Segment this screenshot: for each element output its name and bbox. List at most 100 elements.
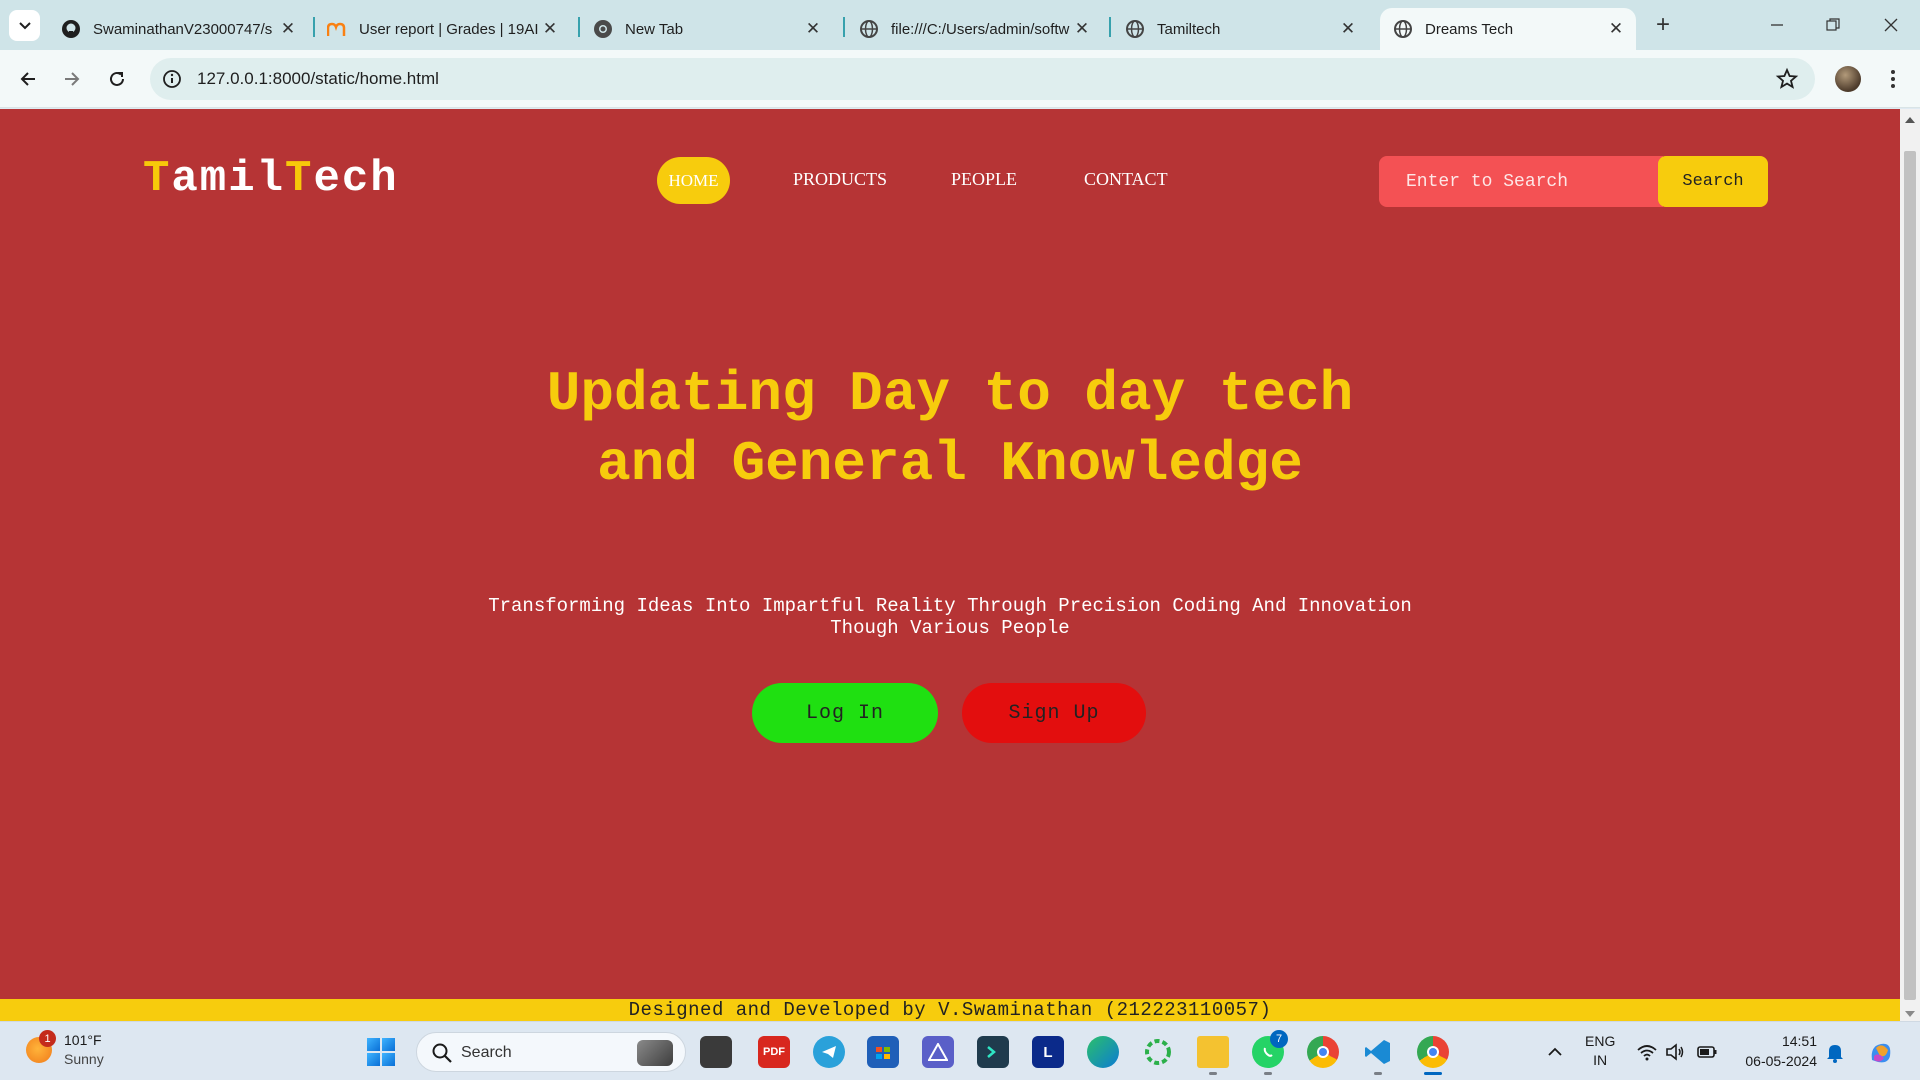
powershell-icon[interactable]	[977, 1036, 1009, 1068]
volume-icon[interactable]	[1664, 1041, 1686, 1063]
profile-avatar[interactable]	[1835, 66, 1861, 92]
tab-title: User report | Grades | 19AI	[359, 20, 539, 38]
close-tab-icon[interactable]: ✕	[278, 19, 298, 39]
address-bar[interactable]: 127.0.0.1:8000/static/home.html	[150, 58, 1815, 100]
nav-products-link[interactable]: PRODUCTS	[793, 169, 887, 190]
scrollbar-thumb[interactable]	[1904, 151, 1916, 1000]
notification-bell-icon[interactable]	[1825, 1041, 1845, 1063]
active-app-indicator	[1424, 1072, 1442, 1075]
back-button[interactable]	[12, 63, 44, 95]
chrome-profile-icon[interactable]	[1417, 1036, 1449, 1068]
logo-text: amil	[171, 154, 286, 204]
scroll-down-icon[interactable]	[1905, 1011, 1915, 1017]
tab-title: file:///C:/Users/admin/softw	[891, 20, 1070, 38]
taskbar-search-label: Search	[461, 1044, 512, 1061]
tab-separator	[843, 17, 845, 37]
nav-people-link[interactable]: PEOPLE	[951, 169, 1017, 190]
close-tab-icon[interactable]: ✕	[1072, 19, 1092, 39]
chrome-icon[interactable]	[1307, 1036, 1339, 1068]
microsoft-store-icon[interactable]	[867, 1036, 899, 1068]
tab-title: Dreams Tech	[1425, 20, 1514, 38]
loading-app-icon[interactable]	[1142, 1036, 1174, 1068]
close-tab-icon[interactable]: ✕	[803, 19, 823, 39]
login-button[interactable]: Log In	[752, 683, 938, 743]
clock-date: 06-05-2024	[1745, 1053, 1817, 1069]
bookmark-star-icon[interactable]	[1775, 67, 1799, 91]
nav-home-link[interactable]: HOME	[657, 157, 730, 204]
language-indicator[interactable]: ENG IN	[1585, 1032, 1615, 1070]
browser-tab-moodle[interactable]: User report | Grades | 19AI ✕	[314, 8, 570, 50]
tab-title: New Tab	[625, 20, 684, 38]
chevron-up-icon[interactable]	[1545, 1042, 1565, 1062]
tab-title: Tamiltech	[1157, 20, 1221, 38]
weather-temperature[interactable]: 101°F	[64, 1032, 102, 1048]
minimize-icon	[1771, 24, 1783, 26]
battery-icon[interactable]	[1696, 1041, 1718, 1063]
arrow-left-icon	[20, 72, 35, 86]
windows-taskbar: 1 101°F Sunny Search PDF L 7 ENG IN 14:5…	[0, 1021, 1920, 1080]
reload-icon	[110, 71, 124, 86]
tab-separator	[1109, 17, 1111, 37]
logo-letter: T	[285, 154, 314, 204]
vscode-icon[interactable]	[1362, 1036, 1394, 1068]
browser-tab-new-tab[interactable]: New Tab ✕	[580, 8, 833, 50]
url-text[interactable]: 127.0.0.1:8000/static/home.html	[197, 69, 439, 89]
running-app-indicator	[1374, 1072, 1382, 1075]
restore-button[interactable]	[1818, 12, 1848, 38]
web-page: TamilTech HOME PRODUCTS PEOPLE CONTACT E…	[0, 109, 1900, 1000]
reload-button[interactable]	[101, 63, 133, 95]
new-tab-button[interactable]: +	[1650, 13, 1676, 39]
arrow-right-icon	[65, 72, 80, 86]
browser-tab-file[interactable]: file:///C:/Users/admin/softw ✕	[846, 8, 1102, 50]
logo-letter: T	[143, 154, 172, 204]
search-icon	[432, 1043, 452, 1063]
site-info-icon[interactable]	[162, 69, 182, 89]
close-icon	[1884, 18, 1898, 32]
weather-condition[interactable]: Sunny	[64, 1051, 104, 1067]
chevron-down-icon	[18, 21, 31, 29]
copilot-icon[interactable]	[1866, 1038, 1896, 1068]
close-tab-icon[interactable]: ✕	[1606, 19, 1626, 39]
globe-icon	[1393, 19, 1413, 39]
app-launcher-icon[interactable]	[922, 1036, 954, 1068]
minimize-button[interactable]	[1762, 12, 1792, 38]
site-search-button[interactable]: Search	[1658, 156, 1768, 207]
close-window-button[interactable]	[1876, 12, 1906, 38]
site-footer: Designed and Developed by V.Swaminathan …	[0, 999, 1900, 1021]
weather-badge: 1	[39, 1030, 56, 1047]
browser-tab-tamiltech[interactable]: Tamiltech ✕	[1112, 8, 1368, 50]
browser-tab-dreams-tech[interactable]: Dreams Tech ✕	[1380, 8, 1636, 50]
nav-contact-link[interactable]: CONTACT	[1084, 169, 1168, 190]
site-logo[interactable]: TamilTech	[143, 154, 399, 204]
running-app-indicator	[1264, 1072, 1272, 1075]
language-code: ENG	[1585, 1033, 1616, 1049]
scroll-up-icon[interactable]	[1905, 117, 1915, 123]
taskbar-search-box[interactable]: Search	[416, 1032, 686, 1072]
tab-title: SwaminathanV23000747/s	[93, 20, 273, 38]
windows-start-icon[interactable]	[367, 1038, 395, 1066]
forward-button[interactable]	[56, 63, 88, 95]
signup-button[interactable]: Sign Up	[962, 683, 1146, 743]
lms-app-icon[interactable]: L	[1032, 1036, 1064, 1068]
github-icon	[61, 19, 81, 39]
close-tab-icon[interactable]: ✕	[1338, 19, 1358, 39]
browser-menu-icon[interactable]	[1880, 66, 1906, 92]
system-clock[interactable]: 14:51 06-05-2024	[1735, 1031, 1817, 1071]
telegram-icon[interactable]	[813, 1036, 845, 1068]
hero-title: Updating Day to day tech and General Kno…	[546, 362, 1354, 496]
site-search-input[interactable]: Enter to Search	[1379, 156, 1663, 207]
tab-search-button[interactable]	[9, 10, 40, 41]
close-tab-icon[interactable]: ✕	[540, 19, 560, 39]
wifi-icon[interactable]	[1636, 1041, 1658, 1063]
page-scrollbar[interactable]	[1900, 109, 1920, 1021]
browser-toolbar: 127.0.0.1:8000/static/home.html	[0, 50, 1920, 108]
chrome-icon	[593, 19, 613, 39]
globe-icon	[859, 19, 879, 39]
pdf-reader-icon[interactable]: PDF	[758, 1036, 790, 1068]
running-app-indicator	[1209, 1072, 1217, 1075]
whatsapp-badge: 7	[1270, 1030, 1288, 1048]
browser-tab-github[interactable]: SwaminathanV23000747/s ✕	[48, 8, 308, 50]
edge-browser-icon[interactable]	[1087, 1036, 1119, 1068]
task-view-icon[interactable]	[700, 1036, 732, 1068]
file-explorer-icon[interactable]	[1197, 1036, 1229, 1068]
